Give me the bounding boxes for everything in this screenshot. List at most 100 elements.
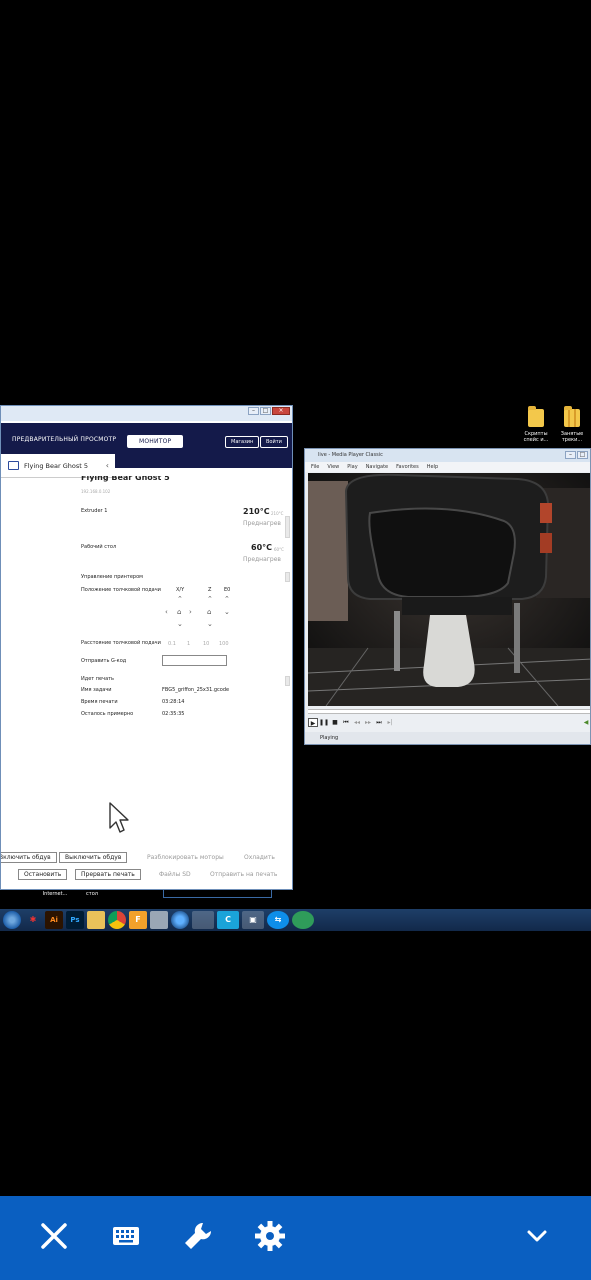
pause-button[interactable]: ❚❚: [319, 718, 329, 727]
minimize-button[interactable]: –: [565, 451, 576, 459]
login-button[interactable]: Войти: [260, 436, 288, 448]
calculator-icon[interactable]: [192, 911, 214, 929]
forward-button[interactable]: ▸▸: [363, 718, 373, 727]
sd-files-button[interactable]: Файлы SD: [159, 871, 191, 878]
axis-e-label: E0: [224, 587, 231, 593]
keyboard-icon[interactable]: [109, 1219, 143, 1253]
minimize-button[interactable]: –: [248, 407, 259, 415]
play-button[interactable]: ▶: [308, 718, 318, 727]
bed-state: Преднагрев: [243, 556, 281, 563]
media-player-window: live - Media Player Classic – □ File Vie…: [304, 448, 591, 745]
jog-x-left-icon[interactable]: ‹: [165, 608, 168, 616]
chevron-down-icon[interactable]: [520, 1219, 554, 1253]
abort-print-button[interactable]: Прервать печать: [75, 869, 141, 880]
printer-selector-label: Flying Bear Ghost 5: [24, 461, 88, 470]
jog-x-right-icon[interactable]: ›: [189, 608, 192, 616]
scrollbar[interactable]: [285, 516, 290, 686]
cura-window: – □ × ПРЕДВАРИТЕЛЬНЫЙ ПРОСМОТР МОНИТОР М…: [0, 405, 293, 890]
mouse-cursor-icon: [109, 802, 129, 833]
maximize-button[interactable]: □: [260, 407, 271, 415]
jog-distance-label: Расстояние толчковой подачи: [81, 640, 161, 646]
seek-bar[interactable]: [308, 709, 590, 714]
desktop-folder-scripts[interactable]: Скрипты спейс и...: [518, 406, 554, 443]
app-globe-icon[interactable]: [171, 911, 189, 929]
stop-button[interactable]: ■: [330, 718, 340, 727]
axis-xy-label: X/Y: [176, 587, 185, 593]
jog-e-down-icon[interactable]: ⌄: [224, 608, 230, 616]
taskbar: ✱ Ai Ps F C ▣ ⇆: [0, 909, 591, 931]
volume-icon[interactable]: ◀: [581, 718, 590, 727]
wrench-icon[interactable]: [181, 1219, 215, 1253]
chevron-left-icon[interactable]: ‹: [106, 461, 109, 470]
app-red-icon[interactable]: ✱: [24, 911, 42, 929]
print-time-label: Время печати: [81, 699, 118, 705]
jog-distance-option[interactable]: 10: [203, 641, 209, 647]
menu-file[interactable]: File: [311, 464, 319, 470]
folder-icon: [528, 406, 544, 427]
remote-toolbar: [0, 1196, 591, 1280]
jog-y-up-icon[interactable]: ⌃: [177, 595, 183, 603]
cura-icon[interactable]: C: [217, 911, 239, 929]
job-name: FBG5_griffon_25x31.gcode: [162, 687, 230, 693]
close-window-button[interactable]: ×: [272, 407, 290, 415]
chrome-icon[interactable]: [108, 911, 126, 929]
maximize-button[interactable]: □: [577, 451, 588, 459]
menu-view[interactable]: View: [327, 464, 339, 470]
send-gcode-input[interactable]: [162, 655, 227, 666]
rewind-button[interactable]: ◂◂: [352, 718, 362, 727]
remaining-time: 02:35:35: [162, 711, 185, 717]
cura-titlebar[interactable]: – □ ×: [1, 406, 292, 421]
menu-navigate[interactable]: Navigate: [366, 464, 388, 470]
shop-button[interactable]: Магазин: [225, 436, 260, 448]
extruder-state: Преднагрев: [243, 520, 281, 527]
bed-label: Рабочий стол: [81, 544, 117, 550]
explorer-icon[interactable]: [87, 911, 105, 929]
next-button[interactable]: ⏭: [374, 718, 384, 727]
printer-ip: 192.168.0.102: [81, 489, 111, 494]
close-icon[interactable]: [37, 1219, 71, 1253]
fan-off-button[interactable]: Выключить обдув: [59, 852, 128, 863]
home-xy-icon[interactable]: ⌂: [177, 608, 181, 616]
jog-y-down-icon[interactable]: ⌄: [177, 620, 183, 628]
desktop-folder-tracks[interactable]: Занятые треки...: [554, 406, 590, 443]
jog-z-up-icon[interactable]: ⌃: [207, 595, 213, 603]
illustrator-icon[interactable]: Ai: [45, 911, 63, 929]
prev-button[interactable]: ⏮: [341, 718, 351, 727]
fan-on-button[interactable]: Включить обдув: [1, 852, 57, 863]
stop-button[interactable]: Остановить: [18, 869, 68, 880]
extruder-target-temp: 210°C: [271, 511, 284, 516]
media-player-icon[interactable]: ▣: [242, 911, 264, 929]
jog-distance-option[interactable]: 100: [219, 641, 229, 647]
extruder-label: Extruder 1: [81, 508, 108, 514]
jog-e-up-icon[interactable]: ⌃: [224, 595, 230, 603]
teamviewer-icon[interactable]: ⇆: [267, 911, 289, 929]
bed-target-temp: 60°C: [274, 547, 284, 552]
unlock-motors-button[interactable]: Разблокировать моторы: [147, 854, 224, 861]
app-orange-icon[interactable]: F: [129, 911, 147, 929]
tab-prepare[interactable]: ПРЕДВАРИТЕЛЬНЫЙ ПРОСМОТР: [12, 436, 116, 443]
job-name-label: Имя задачи: [81, 687, 112, 693]
jog-distance-option[interactable]: 1: [187, 641, 190, 647]
menu-favorites[interactable]: Favorites: [396, 464, 419, 470]
printer-camera-feed-image: [308, 473, 590, 706]
start-orb-icon[interactable]: [3, 911, 21, 929]
printer-selector[interactable]: Flying Bear Ghost 5 ‹: [1, 454, 115, 478]
app-green-icon[interactable]: [292, 911, 314, 929]
tab-monitor[interactable]: МОНИТОР: [127, 435, 184, 448]
cooldown-button[interactable]: Охладить: [244, 854, 275, 861]
menu-play[interactable]: Play: [347, 464, 357, 470]
jog-z-down-icon[interactable]: ⌄: [207, 620, 213, 628]
app-gray-icon[interactable]: [150, 911, 168, 929]
playback-status: Playing: [305, 732, 590, 744]
home-z-icon[interactable]: ⌂: [207, 608, 211, 616]
remote-screen: Скрипты спейс и... Занятые треки... SPOR…: [0, 0, 591, 1280]
gear-icon[interactable]: [253, 1219, 287, 1253]
photoshop-icon[interactable]: Ps: [66, 911, 84, 929]
send-to-print-button[interactable]: Отправить на печать: [210, 871, 277, 878]
media-player-titlebar[interactable]: live - Media Player Classic – □: [305, 449, 590, 462]
playback-controls: ▶ ❚❚ ■ ⏮ ◂◂ ▸▸ ⏭ ▸| ◀: [308, 716, 590, 729]
jog-distance-option[interactable]: 0.1: [168, 641, 176, 647]
bed-temp: 60°C: [251, 543, 273, 552]
frame-step-button[interactable]: ▸|: [385, 718, 395, 727]
menu-help[interactable]: Help: [427, 464, 438, 470]
